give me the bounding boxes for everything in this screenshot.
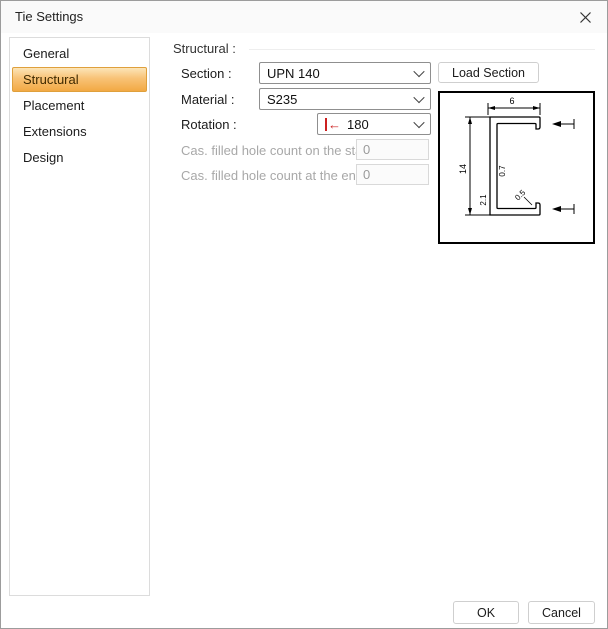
close-icon — [580, 12, 591, 23]
chevron-down-icon — [413, 117, 424, 128]
holes-start-label: Cas. filled hole count on the start : — [181, 143, 378, 158]
rotation-dropdown[interactable]: ← 180 — [317, 113, 431, 135]
ok-button[interactable]: OK — [453, 601, 519, 624]
close-button[interactable] — [568, 4, 602, 30]
dim-web-thickness: 0.7 — [498, 165, 507, 177]
rotation-dropdown-value: 180 — [347, 117, 409, 132]
chevron-down-icon — [413, 66, 424, 77]
orientation-arrow-bottom — [552, 204, 574, 214]
section-preview: 6 14 0.7 2.1 0.5 — [438, 91, 595, 244]
material-label: Material : — [181, 92, 234, 107]
sidebar-item-label: Structural — [23, 72, 79, 87]
rotation-label: Rotation : — [181, 117, 237, 132]
holes-start-input: 0 — [356, 139, 429, 160]
dim-flange-width: 6 — [509, 96, 514, 106]
sidebar-item-general[interactable]: General — [12, 41, 147, 66]
sidebar-item-placement[interactable]: Placement — [12, 93, 147, 118]
cancel-button[interactable]: Cancel — [528, 601, 595, 624]
rotation-arrow-icon: ← — [325, 118, 341, 131]
material-dropdown-value: S235 — [267, 92, 409, 107]
load-section-button[interactable]: Load Section — [438, 62, 539, 83]
section-label: Section : — [181, 66, 232, 81]
sidebar-item-label: Design — [23, 150, 63, 165]
section-preview-drawing: 6 14 0.7 2.1 0.5 — [440, 93, 593, 242]
group-title-structural: Structural : — [173, 41, 236, 56]
dialog-title: Tie Settings — [15, 9, 83, 24]
dim-lip: 0.5 — [513, 188, 528, 203]
tie-settings-dialog: Tie Settings General Structural Placemen… — [0, 0, 608, 629]
section-dropdown-value: UPN 140 — [267, 66, 409, 81]
group-divider — [249, 49, 595, 50]
sidebar-item-label: Extensions — [23, 124, 87, 139]
sidebar-item-structural[interactable]: Structural — [12, 67, 147, 92]
holes-end-input: 0 — [356, 164, 429, 185]
sidebar-item-label: General — [23, 46, 69, 61]
orientation-arrow-top — [552, 119, 574, 129]
holes-end-label: Cas. filled hole count at the end : — [181, 168, 370, 183]
material-dropdown[interactable]: S235 — [259, 88, 431, 110]
chevron-down-icon — [413, 92, 424, 103]
sidebar-item-extensions[interactable]: Extensions — [12, 119, 147, 144]
sidebar-item-design[interactable]: Design — [12, 145, 147, 170]
settings-category-list: General Structural Placement Extensions … — [9, 37, 150, 596]
sidebar-item-label: Placement — [23, 98, 84, 113]
title-bar: Tie Settings — [1, 1, 607, 33]
dim-height: 14 — [458, 164, 468, 174]
holes-start-value: 0 — [363, 142, 370, 157]
dim-bottom: 2.1 — [479, 194, 488, 206]
holes-end-value: 0 — [363, 167, 370, 182]
section-dropdown[interactable]: UPN 140 — [259, 62, 431, 84]
